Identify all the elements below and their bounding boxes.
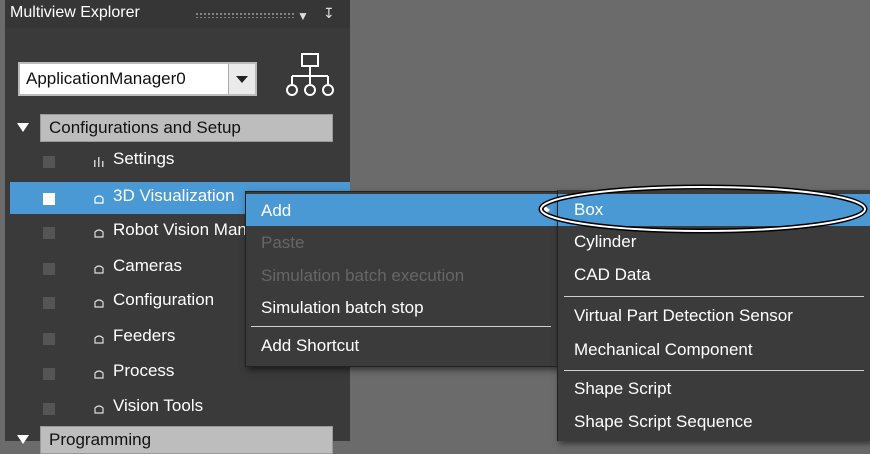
menu-item-add-shortcut[interactable]: Add Shortcut (246, 329, 558, 361)
submenu-item-label: Shape Script (574, 379, 672, 398)
settings-icon (94, 157, 104, 167)
folder-icon (94, 265, 104, 274)
submenu-item-shape-script-sequence[interactable]: Shape Script Sequence (558, 406, 870, 438)
menu-item-simulation-batch-stop[interactable]: Simulation batch stop (246, 291, 558, 323)
tree-item-marker (43, 227, 55, 239)
panel-header: Multiview Explorer ▼ ↧ (5, 0, 350, 28)
application-select[interactable]: ApplicationManager0 (18, 62, 257, 96)
tree-item-label: Process (113, 361, 175, 380)
pin-icon[interactable]: ↧ (323, 5, 335, 22)
submenu-item-virtual-part-detection-sensor[interactable]: Virtual Part Detection Sensor (558, 300, 870, 332)
submenu-item-shape-script[interactable]: Shape Script (558, 373, 870, 405)
menu-item-add[interactable]: Add (246, 194, 558, 226)
folder-icon (94, 405, 104, 414)
tree-item-marker (43, 193, 55, 205)
submenu-item-mechanical-component[interactable]: Mechanical Component (558, 334, 870, 366)
tree-item-label: Configuration (113, 290, 215, 309)
expand-arrow-icon[interactable] (17, 435, 29, 444)
menu-item-label: Paste (261, 233, 305, 252)
submenu-arrow-icon (544, 205, 550, 215)
add-submenu: Box Cylinder CAD Data Virtual Part Detec… (557, 190, 870, 441)
context-menu: Add Paste Simulation batch execution Sim… (245, 191, 559, 367)
tree-item-vision-tools[interactable]: Vision Tools (10, 392, 350, 424)
tree-item-label: Vision Tools (113, 396, 204, 415)
tree-item-marker (43, 403, 55, 415)
submenu-item-cad-data[interactable]: CAD Data (558, 259, 870, 291)
submenu-item-box[interactable]: Box (558, 194, 870, 226)
tree-item-settings[interactable]: Settings (10, 145, 350, 177)
menu-item-label: Add Shortcut (261, 336, 360, 355)
submenu-item-label: Shape Script Sequence (574, 412, 753, 431)
submenu-separator (564, 370, 864, 371)
submenu-item-label: CAD Data (574, 265, 651, 284)
tree-item-marker (43, 263, 55, 275)
group-label: Configurations and Setup (40, 114, 333, 142)
folder-icon (94, 299, 104, 308)
folder-icon (94, 370, 104, 379)
submenu-item-label: Virtual Part Detection Sensor (574, 306, 793, 325)
submenu-item-label: Cylinder (574, 232, 637, 251)
group-label: Programming (40, 426, 333, 454)
menu-item-label: Simulation batch stop (261, 298, 424, 317)
expand-arrow-icon[interactable] (17, 123, 29, 132)
tree-item-marker (43, 368, 55, 380)
tree-item-label: Feeders (113, 326, 176, 345)
chevron-down-icon[interactable]: ▼ (297, 9, 309, 23)
folder-icon (94, 229, 104, 238)
folder-icon (94, 195, 104, 204)
tree-item-marker (43, 297, 55, 309)
panel-title: Multiview Explorer (10, 4, 140, 21)
tree-item-marker (43, 156, 55, 168)
submenu-item-label: Box (574, 200, 604, 219)
drag-grip[interactable] (195, 12, 295, 18)
menu-separator (251, 326, 551, 327)
menu-item-simulation-batch-execution: Simulation batch execution (246, 259, 558, 291)
hierarchy-icon[interactable] (280, 52, 340, 100)
tree-item-label: 3D Visualization (113, 186, 235, 205)
dropdown-arrow-icon[interactable] (228, 64, 255, 94)
tree-item-label: Cameras (113, 256, 182, 275)
folder-icon (94, 335, 104, 344)
menu-item-label: Add (261, 201, 292, 220)
application-select-value: ApplicationManager0 (26, 69, 186, 88)
menu-item-label: Simulation batch execution (261, 266, 465, 285)
submenu-item-cylinder[interactable]: Cylinder (558, 226, 870, 258)
submenu-separator (564, 296, 864, 297)
menu-item-paste: Paste (246, 226, 558, 258)
tree-item-label: Settings (113, 149, 175, 168)
submenu-item-label: Mechanical Component (574, 340, 753, 359)
tree-item-marker (43, 333, 55, 345)
